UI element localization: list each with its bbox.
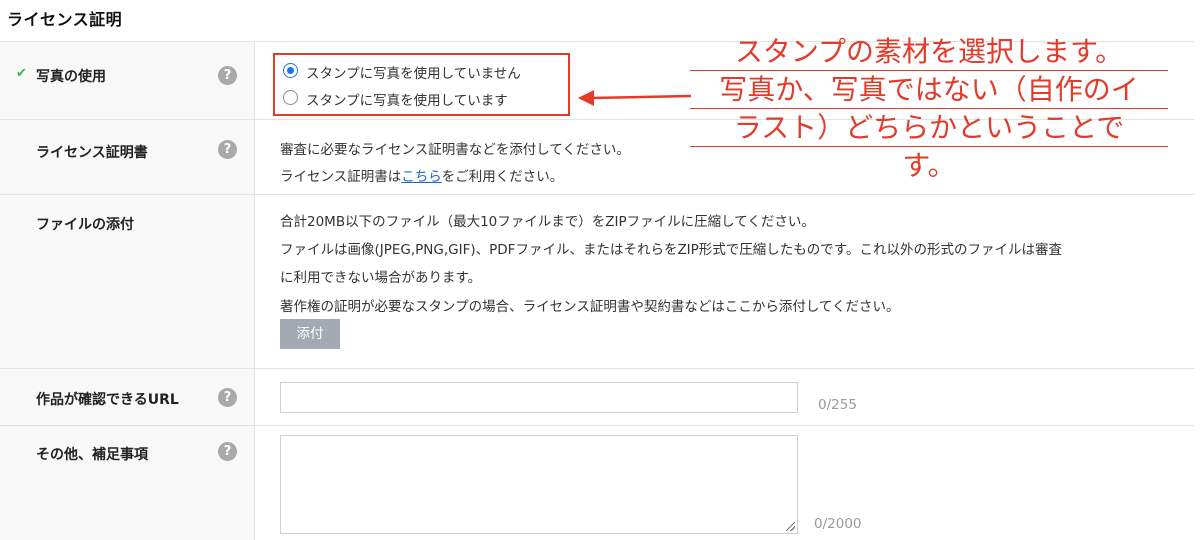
license-text-prefix: ライセンス証明書は xyxy=(280,169,402,185)
notes-counter: 0/2000 xyxy=(814,516,862,532)
row-label-photo: 写真の使用 xyxy=(36,69,106,85)
section-title: ライセンス証明 xyxy=(7,10,123,29)
help-icon[interactable]: ? xyxy=(218,442,237,461)
resize-grip-icon[interactable] xyxy=(786,522,795,531)
radio-button[interactable] xyxy=(283,90,298,105)
form-row-url: 作品が確認できるURL ? 0/255 xyxy=(0,368,1195,425)
annotation-line: スタンプの素材を選択します。 xyxy=(690,33,1168,71)
attachment-text-1: 合計20MB以下のファイル（最大10ファイルまで）をZIPファイルに圧縮してくだ… xyxy=(280,214,815,230)
row-label-notes: その他、補足事項 xyxy=(36,447,148,463)
license-link[interactable]: こちら xyxy=(401,169,442,185)
annotation-line: す。 xyxy=(902,149,956,182)
arrow-left-icon xyxy=(578,90,692,106)
attachment-text-4: 著作権の証明が必要なスタンプの場合、ライセンス証明書や契約書などはここから添付し… xyxy=(280,299,900,315)
radio-button-checked[interactable] xyxy=(283,63,298,78)
attachment-text-3: に利用できない場合があります。 xyxy=(280,270,482,286)
photo-radio-group: スタンプに写真を使用していません スタンプに写真を使用しています xyxy=(273,53,570,116)
radio-label-photo: スタンプに写真を使用しています xyxy=(306,93,508,109)
row-label-url: 作品が確認できるURL xyxy=(36,392,179,408)
help-icon[interactable]: ? xyxy=(218,66,237,85)
form-row-attachment: ファイルの添付 合計20MB以下のファイル（最大10ファイルまで）をZIPファイ… xyxy=(0,194,1195,368)
form-row-notes: その他、補足事項 ? 0/2000 xyxy=(0,425,1195,540)
help-icon[interactable]: ? xyxy=(218,140,237,159)
license-text-1: 審査に必要なライセンス証明書などを添付してください。 xyxy=(280,142,630,158)
check-icon: ✔ xyxy=(16,66,27,81)
attach-button[interactable]: 添付 xyxy=(280,319,340,349)
annotation-line: 写真か、写真ではない（自作のイ xyxy=(690,71,1168,109)
notes-textarea[interactable] xyxy=(280,435,798,534)
row-label-license: ライセンス証明書 xyxy=(36,145,148,161)
annotation-line: ラスト）どちらかということで xyxy=(690,109,1168,147)
annotation-note: スタンプの素材を選択します。 写真か、写真ではない（自作のイ ラスト）どちらかと… xyxy=(690,33,1168,184)
row-label-attachment: ファイルの添付 xyxy=(36,217,134,233)
license-text-suffix: をご利用ください。 xyxy=(441,169,564,185)
radio-label-no-photo: スタンプに写真を使用していません xyxy=(306,66,521,82)
license-text-2: ライセンス証明書はこちらをご利用ください。 xyxy=(280,165,563,185)
attachment-text-2: ファイルは画像(JPEG,PNG,GIF)、PDFファイル、またはそれらをZIP… xyxy=(280,242,1062,258)
help-icon[interactable]: ? xyxy=(218,388,237,407)
url-input[interactable] xyxy=(280,382,798,413)
url-counter: 0/255 xyxy=(818,397,857,413)
